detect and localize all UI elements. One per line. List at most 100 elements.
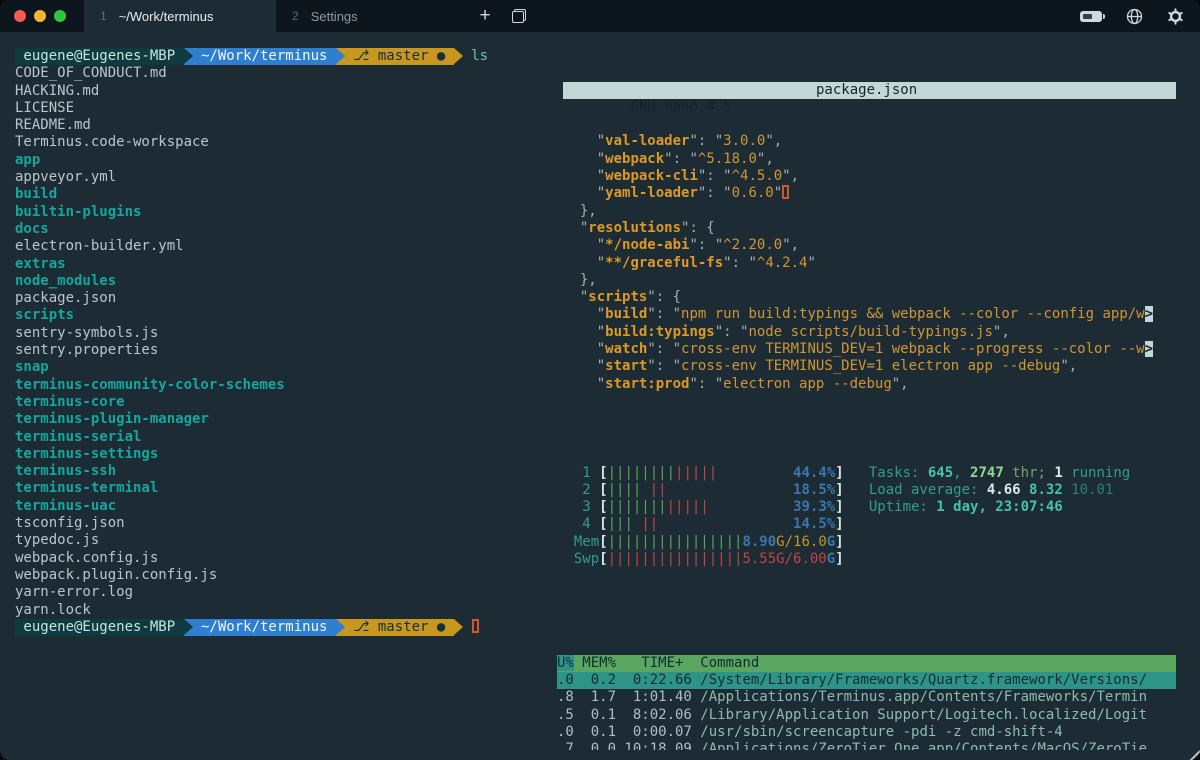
windows-stack-icon[interactable] <box>512 9 526 23</box>
minimize-button[interactable] <box>34 10 46 22</box>
directory-entry: terminus-core <box>15 394 562 411</box>
file-entry: webpack.config.js <box>15 550 562 567</box>
file-entry: package.json <box>15 290 562 307</box>
nano-editor-pane[interactable]: GNU nano 4.5 package.json "val-loader": … <box>563 40 1176 419</box>
directory-entry: scripts <box>15 307 562 324</box>
nano-line: "*/node-abi": "^2.20.0", <box>563 237 1176 254</box>
maximize-button[interactable] <box>54 10 66 22</box>
nano-version: GNU nano 4.5 <box>614 99 732 115</box>
htop-terminal-pane[interactable]: 1 [||||||||||||| 44.4%] 2 [|||| || 18.5%… <box>557 430 1176 750</box>
gear-icon[interactable] <box>1167 8 1184 25</box>
new-tab-button[interactable]: + <box>468 5 502 27</box>
nano-line: "**/graceful-fs": "^4.2.4" <box>563 255 1176 272</box>
nano-titlebar: GNU nano 4.5 package.json <box>563 82 1176 99</box>
nano-line: "val-loader": "3.0.0", <box>563 133 1176 150</box>
nano-line: "start": "cross-env TERMINUS_DEV=1 elect… <box>563 358 1176 375</box>
git-branch-segment: ⎇ master ● <box>345 48 454 65</box>
nano-line: "resolutions": { <box>563 220 1176 237</box>
file-entry: appveyor.yml <box>15 169 562 186</box>
directory-entry: terminus-settings <box>15 446 562 463</box>
directory-entry: app <box>15 152 562 169</box>
shell-cursor <box>472 619 479 633</box>
directory-entry: builtin-plugins <box>15 204 562 221</box>
powerline-arrow <box>336 48 345 65</box>
directory-entry: terminus-terminal <box>15 480 562 497</box>
directory-entry: terminus-uac <box>15 498 562 515</box>
file-entry: sentry.properties <box>15 342 562 359</box>
nano-line: "yaml-loader": "0.6.0" <box>563 185 1176 202</box>
shell-prompt: eugene@Eugenes-MBP ~/Work/terminus ⎇ mas… <box>15 48 562 65</box>
git-branch-segment: ⎇ master ● <box>345 619 454 636</box>
file-entry: sentry-symbols.js <box>15 325 562 342</box>
cwd-segment: ~/Work/terminus <box>193 619 336 636</box>
swap-meter: Swp[||||||||||||||||5.55G/6.00G] <box>557 551 1176 568</box>
directory-entry: extras <box>15 256 562 273</box>
file-entry: tsconfig.json <box>15 515 562 532</box>
directory-entry: terminus-serial <box>15 429 562 446</box>
powerline-arrow <box>336 619 345 636</box>
process-table-header[interactable]: U% MEM% TIME+ Command <box>557 655 1176 672</box>
file-entry: webpack.plugin.config.js <box>15 567 562 584</box>
nano-line: "webpack-cli": "^4.5.0", <box>563 168 1176 185</box>
resize-grip[interactable] <box>1189 750 1200 760</box>
tab-terminal[interactable]: 1 ~/Work/terminus <box>84 0 276 32</box>
titlebar-right-icons <box>1080 8 1200 25</box>
directory-entry: terminus-ssh <box>15 463 562 480</box>
cpu-meter: 4 [||| || 14.5%] <box>557 516 1176 533</box>
file-entry: yarn-error.log <box>15 584 562 601</box>
file-entry: electron-builder.yml <box>15 238 562 255</box>
tab-number: 2 <box>292 9 299 23</box>
battery-icon <box>1080 11 1102 22</box>
close-button[interactable] <box>14 10 26 22</box>
process-row[interactable]: .0 0.1 0:00.07 /usr/sbin/screencapture -… <box>557 724 1176 741</box>
directory-entry: terminus-community-color-schemes <box>15 377 562 394</box>
nano-line: "build:typings": "node scripts/build-typ… <box>563 324 1176 341</box>
nano-line: "webpack": "^5.18.0", <box>563 151 1176 168</box>
process-row-selected[interactable]: .0 0.2 0:22.66 /System/Library/Framework… <box>557 672 1176 689</box>
powerline-arrow <box>454 619 463 636</box>
nano-line: "build": "npm run build:typings && webpa… <box>563 306 1176 323</box>
tab-settings[interactable]: 2 Settings <box>276 0 468 32</box>
powerline-arrow <box>184 619 193 636</box>
nano-line: }, <box>563 272 1176 289</box>
file-entry: CODE_OF_CONDUCT.md <box>15 65 562 82</box>
shell-terminal-pane[interactable]: eugene@Eugenes-MBP ~/Work/terminus ⎇ mas… <box>8 40 562 760</box>
stats-line: Tasks: 645, 2747 thr; 1 running <box>869 465 1130 482</box>
nano-line: "watch": "cross-env TERMINUS_DEV=1 webpa… <box>563 341 1176 358</box>
htop-meters: 1 [||||||||||||| 44.4%] 2 [|||| || 18.5%… <box>557 465 1176 569</box>
tab-title: Settings <box>311 9 358 24</box>
globe-icon[interactable] <box>1126 8 1143 25</box>
powerline-arrow <box>454 48 463 65</box>
terminus-window: 1 ~/Work/terminus 2 Settings + <box>0 0 1200 760</box>
text-cursor <box>782 185 789 199</box>
memory-meter: Mem[||||||||||||||||8.90G/16.0G] <box>557 534 1176 551</box>
process-row[interactable]: .8 1.7 1:01.40 /Applications/Terminus.ap… <box>557 689 1176 706</box>
nano-line: }, <box>563 203 1176 220</box>
command-text: ls <box>463 48 488 64</box>
stats-line: Load average: 4.66 8.32 10.01 <box>869 482 1130 499</box>
htop-summary-stats: Tasks: 645, 2747 thr; 1 runningLoad aver… <box>869 465 1130 517</box>
file-entry: yarn.lock <box>15 602 562 619</box>
process-row[interactable]: .5 0.1 8:02.06 /Library/Application Supp… <box>557 707 1176 724</box>
nano-line: "start:prod": "electron app --debug", <box>563 376 1176 393</box>
shell-prompt: eugene@Eugenes-MBP ~/Work/terminus ⎇ mas… <box>15 619 562 636</box>
file-entry: README.md <box>15 117 562 134</box>
cwd-segment: ~/Work/terminus <box>193 48 336 65</box>
user-host-segment: eugene@Eugenes-MBP <box>15 48 184 65</box>
titlebar: 1 ~/Work/terminus 2 Settings + <box>0 0 1200 32</box>
file-entry: LICENSE <box>15 100 562 117</box>
powerline-arrow <box>184 48 193 65</box>
tab-number: 1 <box>100 9 107 23</box>
directory-entry: terminus-plugin-manager <box>15 411 562 428</box>
file-entry: HACKING.md <box>15 83 562 100</box>
nano-filename: package.json <box>816 82 917 99</box>
directory-entry: docs <box>15 221 562 238</box>
process-row[interactable]: .7 0.0 10:18.09 /Applications/ZeroTier O… <box>557 741 1176 750</box>
nano-buffer: "val-loader": "3.0.0", "webpack": "^5.18… <box>563 133 1176 392</box>
stats-line: Uptime: 1 day, 23:07:46 <box>869 499 1130 516</box>
nano-line: "scripts": { <box>563 289 1176 306</box>
tab-title: ~/Work/terminus <box>119 9 214 24</box>
file-entry: typedoc.js <box>15 532 562 549</box>
user-host-segment: eugene@Eugenes-MBP <box>15 619 184 636</box>
file-entry: Terminus.code-workspace <box>15 134 562 151</box>
